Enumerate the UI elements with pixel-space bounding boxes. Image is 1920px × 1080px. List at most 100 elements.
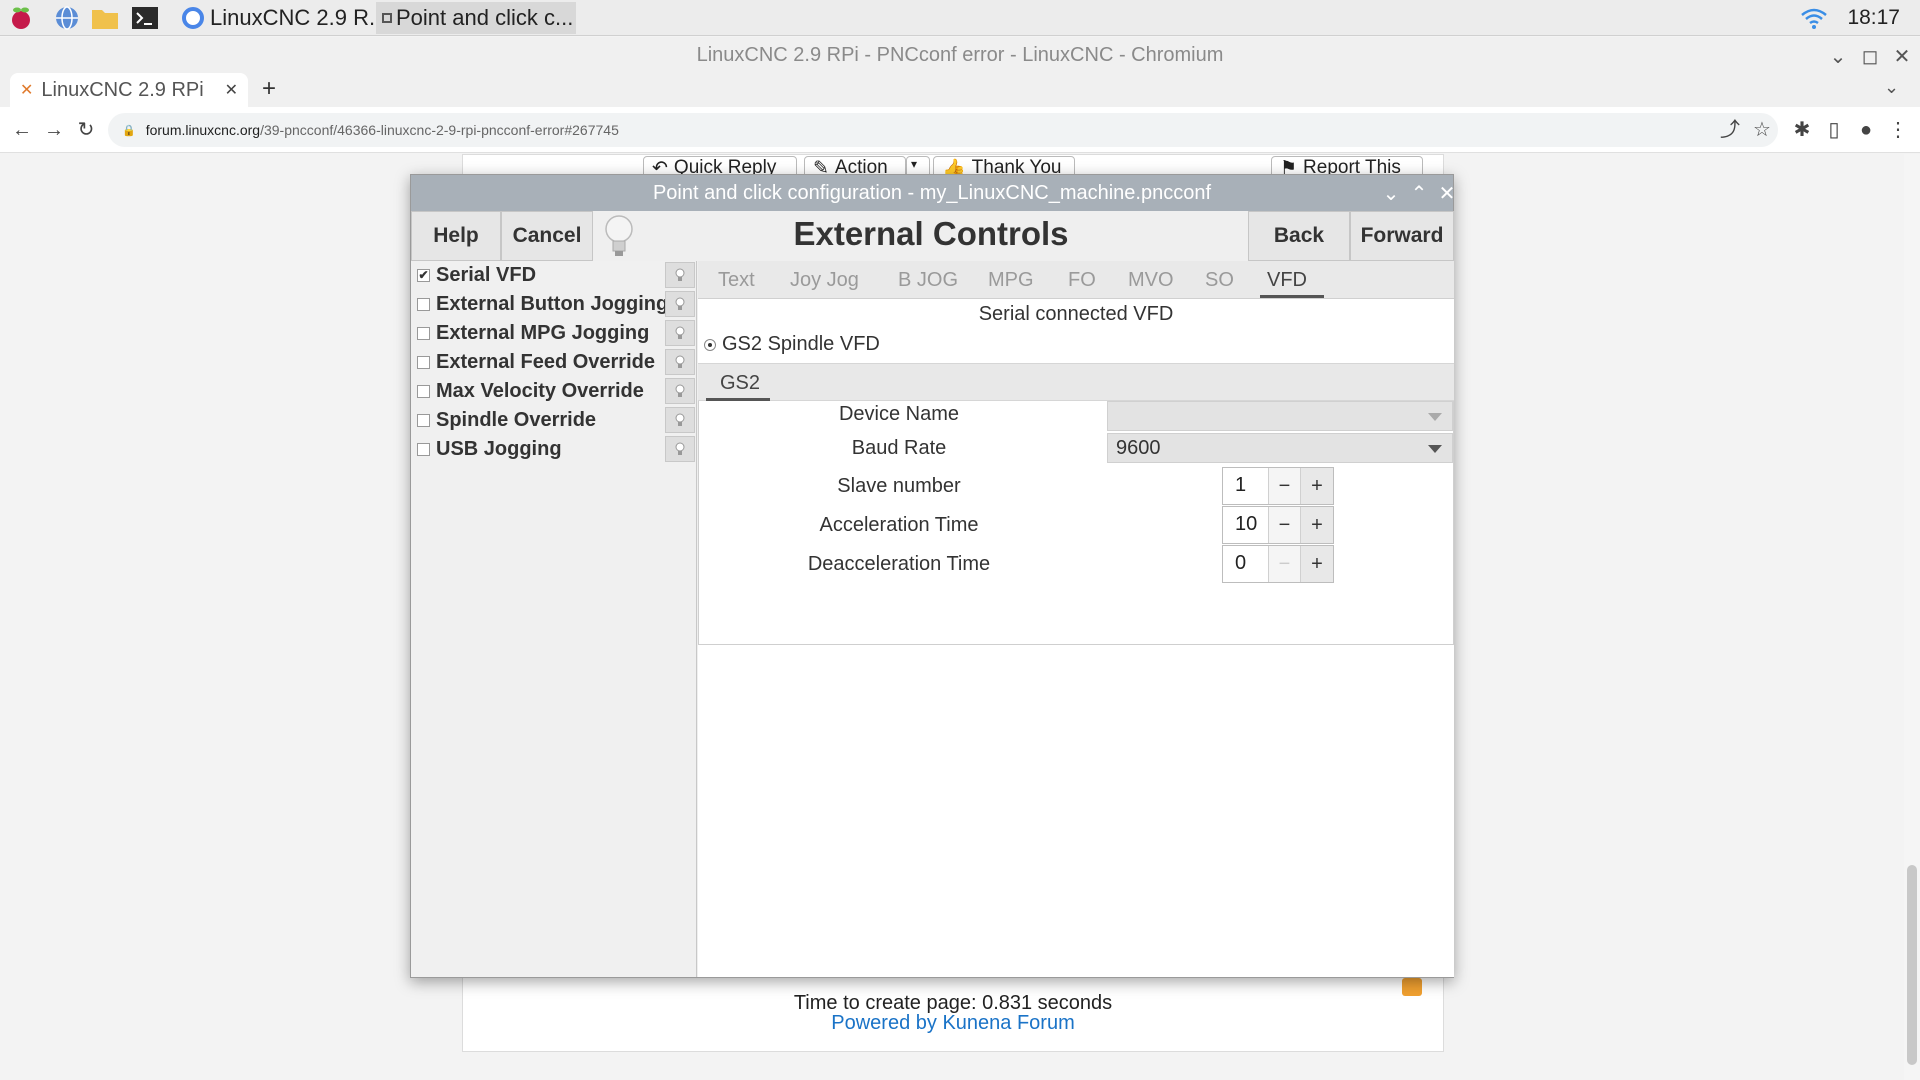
- bookmark-star-icon[interactable]: ☆: [1750, 118, 1774, 142]
- increment-button[interactable]: +: [1301, 507, 1333, 543]
- favicon-icon: ✕: [20, 82, 34, 99]
- increment-button[interactable]: +: [1301, 468, 1333, 504]
- back-button[interactable]: Back: [1248, 211, 1350, 261]
- profile-icon[interactable]: ●: [1854, 118, 1878, 142]
- tab-mpg[interactable]: MPG: [988, 269, 1034, 292]
- web-browser-icon[interactable]: [52, 4, 82, 32]
- menu-kebab-icon[interactable]: ⋮: [1886, 118, 1910, 142]
- page-scrollbar-thumb[interactable]: [1907, 865, 1917, 1065]
- slave-number-input[interactable]: 1: [1223, 468, 1269, 504]
- forward-arrow-icon[interactable]: →: [42, 118, 66, 142]
- option-external-button-jogging[interactable]: External Button Jogging: [417, 290, 695, 318]
- reload-icon[interactable]: ↻: [74, 118, 98, 142]
- url-path: /39-pncconf/46366-linuxcnc-2-9-rpi-pncco…: [260, 122, 619, 138]
- dialog-minimize-icon[interactable]: ⌄: [1379, 181, 1403, 206]
- hint-bulb-icon[interactable]: [665, 291, 695, 317]
- option-usb-jogging[interactable]: USB Jogging: [417, 435, 695, 463]
- forward-button[interactable]: Forward: [1350, 211, 1454, 261]
- tab-joy-jog[interactable]: Joy Jog: [790, 269, 859, 292]
- option-external-mpg-jogging[interactable]: External MPG Jogging: [417, 319, 695, 347]
- tab-vfd[interactable]: VFD: [1267, 269, 1307, 292]
- tab-b-jog[interactable]: B JOG: [898, 269, 958, 292]
- url-domain: forum.linuxcnc.org: [145, 122, 261, 138]
- checkbox[interactable]: [417, 297, 430, 311]
- pncconf-dialog: Point and click configuration - my_Linux…: [410, 174, 1455, 978]
- tab-strip: ✕ LinuxCNC 2.9 RPi ✕ + ⌄: [0, 73, 1920, 107]
- dialog-close-icon[interactable]: ✕: [1435, 181, 1459, 206]
- checkbox[interactable]: [417, 442, 430, 456]
- checkbox[interactable]: [417, 326, 430, 340]
- cancel-button[interactable]: Cancel: [501, 211, 593, 261]
- back-arrow-icon[interactable]: ←: [10, 118, 34, 142]
- decrement-button[interactable]: −: [1269, 468, 1301, 504]
- lightbulb-icon[interactable]: [601, 211, 637, 261]
- option-label: Spindle Override: [436, 408, 597, 431]
- tab-close-icon[interactable]: ✕: [225, 80, 238, 100]
- dropdown-arrow-icon: [1428, 445, 1442, 453]
- help-button[interactable]: Help: [411, 211, 501, 261]
- page-heading: External Controls: [793, 215, 1069, 252]
- slave-number-label: Slave number: [837, 475, 961, 497]
- tab-fo[interactable]: FO: [1068, 269, 1096, 292]
- wifi-icon[interactable]: [1800, 5, 1828, 36]
- checkbox[interactable]: [417, 413, 430, 427]
- hint-bulb-icon[interactable]: [665, 407, 695, 433]
- dialog-maximize-icon[interactable]: ⌃: [1407, 181, 1431, 206]
- task-label: LinuxCNC 2.9 R...: [210, 5, 376, 30]
- hint-bulb-icon[interactable]: [665, 349, 695, 375]
- window-icon: [382, 13, 392, 23]
- option-max-velocity-override[interactable]: Max Velocity Override: [417, 377, 695, 405]
- taskbar-task-chromium[interactable]: LinuxCNC 2.9 R...: [176, 2, 376, 34]
- increment-button[interactable]: +: [1301, 546, 1333, 582]
- decrement-button[interactable]: −: [1269, 507, 1301, 543]
- gs2-radio-option[interactable]: GS2 Spindle VFD: [704, 333, 880, 356]
- hint-bulb-icon[interactable]: [665, 320, 695, 346]
- terminal-icon[interactable]: [130, 4, 160, 32]
- close-icon[interactable]: ✕: [1890, 44, 1914, 69]
- radio-button[interactable]: [704, 338, 716, 351]
- option-label: USB Jogging: [436, 437, 562, 460]
- file-manager-icon[interactable]: [90, 4, 120, 32]
- hint-bulb-icon[interactable]: [665, 262, 695, 288]
- gs2-subtab-bar: GS2: [698, 363, 1454, 401]
- tab-so[interactable]: SO: [1205, 269, 1234, 292]
- decrement-button[interactable]: −: [1269, 546, 1301, 582]
- raspberry-menu-icon[interactable]: [6, 4, 36, 32]
- subtab-gs2[interactable]: GS2: [720, 372, 760, 395]
- baud-rate-value: 9600: [1116, 436, 1161, 459]
- checkbox[interactable]: ✔: [417, 268, 430, 282]
- new-tab-icon[interactable]: +: [262, 75, 276, 103]
- checkbox[interactable]: [417, 384, 430, 398]
- dialog-title: Point and click configuration - my_Linux…: [411, 175, 1453, 211]
- deacceleration-time-input[interactable]: 0: [1223, 546, 1269, 582]
- checkbox[interactable]: [417, 355, 430, 369]
- acceleration-time-stepper: 10 − +: [1222, 506, 1334, 544]
- option-serial-vfd[interactable]: ✔ Serial VFD: [417, 261, 695, 289]
- maximize-icon[interactable]: ◻: [1858, 44, 1882, 69]
- option-spindle-override[interactable]: Spindle Override: [417, 406, 695, 434]
- dropdown-arrow-icon: [1428, 413, 1442, 421]
- extensions-icon[interactable]: ✱: [1790, 118, 1814, 142]
- chromium-icon: [182, 7, 204, 29]
- option-external-feed-override[interactable]: External Feed Override: [417, 348, 695, 376]
- share-icon[interactable]: ⤴: [1718, 118, 1742, 142]
- option-label: Serial VFD: [436, 263, 537, 286]
- options-panel: ✔ Serial VFD External Button Jogging Exte…: [411, 261, 697, 977]
- tab-search-icon[interactable]: ⌄: [1884, 77, 1899, 98]
- tab-mvo[interactable]: MVO: [1128, 269, 1174, 292]
- acceleration-time-input[interactable]: 10: [1223, 507, 1269, 543]
- hint-bulb-icon[interactable]: [665, 436, 695, 462]
- side-panel-icon[interactable]: ▯: [1822, 118, 1846, 142]
- baud-rate-combo[interactable]: 9600: [1107, 433, 1453, 463]
- task-label: Point and click c...: [396, 5, 574, 30]
- device-name-combo[interactable]: [1107, 401, 1453, 431]
- taskbar-task-pncconf[interactable]: Point and click c...: [376, 2, 576, 34]
- taskbar: LinuxCNC 2.9 R... Point and click c... 1…: [0, 0, 1920, 36]
- powered-by-link[interactable]: Powered by Kunena Forum: [462, 1012, 1444, 1035]
- tab-text[interactable]: Text: [718, 269, 755, 292]
- hint-bulb-icon[interactable]: [665, 378, 695, 404]
- browser-tab[interactable]: ✕ LinuxCNC 2.9 RPi ✕: [10, 73, 248, 107]
- minimize-icon[interactable]: ⌄: [1826, 44, 1850, 69]
- address-bar[interactable]: 🔒 forum.linuxcnc.org /39-pncconf/46366-l…: [108, 113, 1778, 147]
- browser-toolbar: ← → ↻ 🔒 forum.linuxcnc.org /39-pncconf/4…: [0, 107, 1920, 153]
